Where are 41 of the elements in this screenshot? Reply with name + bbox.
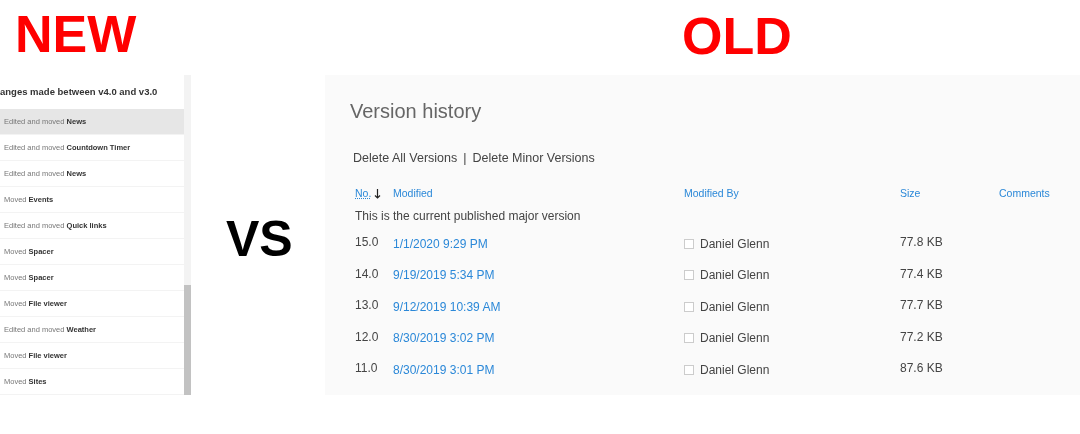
size-text: 87.6 KB bbox=[900, 360, 944, 377]
heading-label: NEW bbox=[15, 8, 137, 60]
column-header[interactable]: Modified By bbox=[684, 185, 739, 202]
note-text: This is the current published major version bbox=[355, 207, 582, 225]
action-link[interactable]: Delete Minor Versions bbox=[472, 149, 595, 168]
presence-icon bbox=[684, 270, 694, 280]
size-text: 77.2 KB bbox=[900, 328, 944, 346]
presence-icon bbox=[684, 333, 694, 343]
user-name: Daniel Glenn bbox=[700, 235, 770, 253]
user-name: Daniel Glenn bbox=[700, 267, 770, 284]
presence-icon bbox=[684, 301, 694, 312]
user-name: Daniel Glenn bbox=[700, 330, 770, 347]
size-text: 77.8 KB bbox=[900, 234, 944, 251]
modified-link[interactable]: 8/30/2019 3:02 PM bbox=[393, 329, 684, 347]
separator-text: | bbox=[463, 150, 467, 167]
user-name: Daniel Glenn bbox=[700, 361, 770, 379]
scrollbar-thumb[interactable] bbox=[184, 285, 191, 395]
presence-icon bbox=[684, 364, 694, 375]
version-number: 12.0 bbox=[355, 328, 380, 346]
modified-link[interactable]: 1/1/2020 9:29 PM bbox=[393, 234, 684, 253]
panel-title: anges made between v4.0 and v3.0 bbox=[0, 75, 184, 109]
size-text: 77.4 KB bbox=[900, 265, 944, 283]
modified-link[interactable]: 9/12/2019 10:39 AM bbox=[393, 297, 684, 316]
version-number: 11.0 bbox=[355, 360, 379, 377]
sort-arrow-icon bbox=[374, 188, 382, 199]
action-link[interactable]: Delete All Versions bbox=[353, 149, 458, 168]
modified-link[interactable]: 9/19/2019 5:34 PM bbox=[393, 266, 684, 284]
page-title: Version history bbox=[350, 99, 483, 124]
version-number: 15.0 bbox=[355, 234, 380, 251]
version-number: 13.0 bbox=[355, 297, 380, 314]
version-number: 14.0 bbox=[355, 265, 380, 283]
column-header[interactable]: Comments bbox=[999, 185, 1050, 202]
user-name: Daniel Glenn bbox=[700, 298, 770, 316]
column-header[interactable]: Size bbox=[900, 185, 921, 202]
heading-label: OLD bbox=[682, 10, 792, 62]
modified-link[interactable]: 8/30/2019 3:01 PM bbox=[393, 360, 684, 379]
presence-icon bbox=[684, 238, 694, 249]
column-header[interactable]: Modified bbox=[393, 185, 433, 202]
column-header[interactable]: No. bbox=[355, 185, 372, 202]
size-text: 77.7 KB bbox=[900, 297, 944, 314]
versus-label: VS bbox=[226, 214, 293, 264]
